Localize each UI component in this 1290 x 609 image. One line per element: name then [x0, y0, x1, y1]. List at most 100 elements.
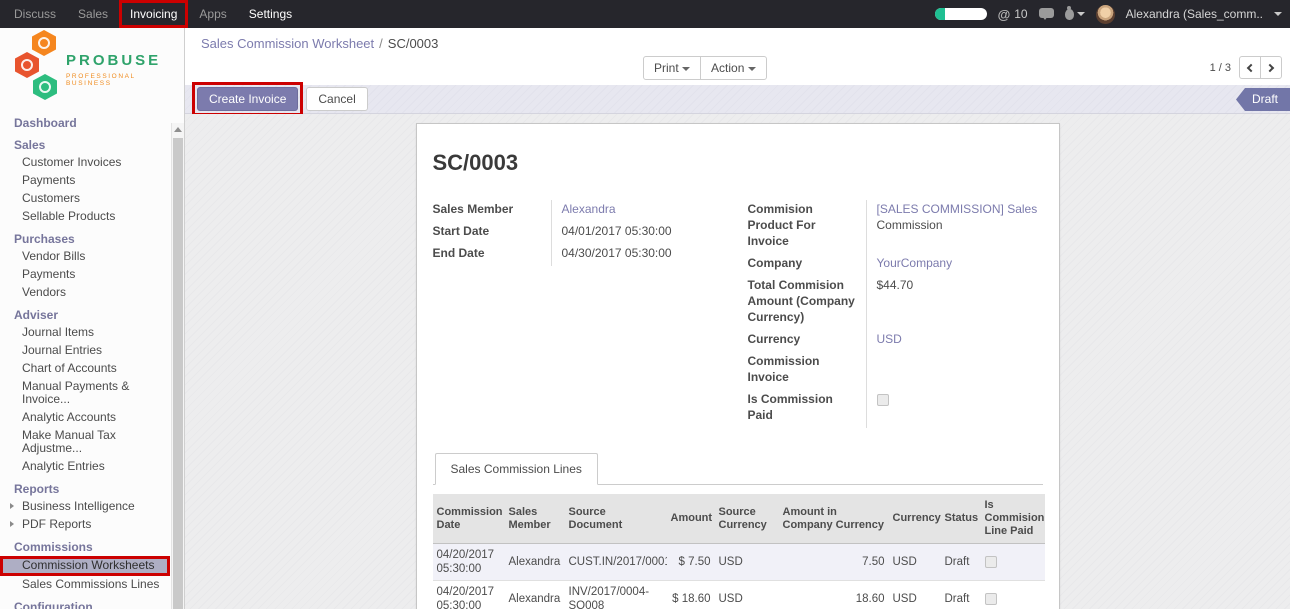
sidebar-item-sellable-products[interactable]: Sellable Products — [0, 208, 170, 226]
chat-icon[interactable] — [1039, 8, 1054, 18]
sidebar-item-payments[interactable]: Payments — [0, 266, 170, 284]
scrollbar-thumb[interactable] — [173, 138, 183, 609]
top-navbar: DiscussSalesInvoicingAppsSettings @ 10 A… — [0, 0, 1290, 28]
form-sheet: SC/0003 Sales MemberAlexandraStart Date0… — [416, 123, 1060, 609]
cancel-button[interactable]: Cancel — [306, 87, 367, 111]
tools-icon — [33, 74, 57, 100]
print-button[interactable]: Print — [643, 56, 701, 80]
form-field-end-date: End Date04/30/2017 05:30:00 — [433, 244, 728, 266]
sidebar-item-label: Analytic Accounts — [22, 410, 116, 424]
breadcrumb-parent[interactable]: Sales Commission Worksheet — [201, 36, 374, 51]
column-header-status[interactable]: Status — [941, 494, 981, 544]
bug-icon — [1065, 9, 1074, 20]
sidebar-item-customers[interactable]: Customers — [0, 190, 170, 208]
field-value-link[interactable]: [SALES COMMISSION] Sales — [877, 202, 1038, 216]
sidebar-section-configuration[interactable]: Configuration — [0, 594, 170, 609]
sidebar-item-sales-commissions-lines[interactable]: Sales Commissions Lines — [0, 576, 170, 594]
column-header-source-document[interactable]: Source Document — [565, 494, 667, 544]
field-value: Alexandra — [551, 200, 728, 222]
commission-lines-table: Commission DateSales MemberSource Docume… — [433, 494, 1045, 609]
nav-item-settings[interactable]: Settings — [238, 0, 303, 28]
sidebar-scrollbar[interactable] — [171, 123, 184, 609]
sidebar-item-journal-entries[interactable]: Journal Entries — [0, 342, 170, 360]
sidebar-item-vendor-bills[interactable]: Vendor Bills — [0, 248, 170, 266]
form-field-currency: CurrencyUSD — [748, 330, 1043, 352]
create-invoice-button[interactable]: Create Invoice — [197, 87, 298, 111]
bug-menu[interactable] — [1065, 9, 1085, 20]
field-value-text: 04/30/2017 05:30:00 — [562, 246, 672, 260]
statusbar: Create Invoice Cancel Draft — [185, 85, 1290, 114]
notebook-tabs: Sales Commission Lines — [433, 452, 1043, 485]
field-value — [866, 352, 1043, 390]
table-row[interactable]: 04/20/2017 05:30:00AlexandraCUST.IN/2017… — [433, 544, 1045, 581]
sidebar-item-analytic-accounts[interactable]: Analytic Accounts — [0, 409, 170, 427]
field-value: YourCompany — [866, 254, 1043, 276]
field-value-link[interactable]: Alexandra — [562, 202, 616, 216]
avatar[interactable] — [1096, 5, 1115, 24]
app-logo[interactable]: PROBUSE PROFESSIONAL BUSINESS — [0, 28, 184, 106]
cell-amount_company: 7.50 — [779, 544, 889, 581]
sidebar-item-chart-of-accounts[interactable]: Chart of Accounts — [0, 360, 170, 378]
main-panel: Sales Commission Worksheet/SC/0003 Print… — [185, 28, 1290, 609]
chevron-down-icon — [682, 67, 690, 71]
sidebar-section-sales[interactable]: Sales — [0, 132, 170, 154]
sidebar-item-pdf-reports[interactable]: PDF Reports — [0, 516, 170, 534]
sidebar-item-make-manual-tax-adjustme[interactable]: Make Manual Tax Adjustme... — [0, 427, 170, 458]
sidebar-section-purchases[interactable]: Purchases — [0, 226, 170, 248]
column-header-currency[interactable]: Currency — [889, 494, 941, 544]
action-buttons: Print Action — [643, 56, 767, 80]
mention-counter[interactable]: @ 10 — [998, 7, 1028, 22]
cell-line-paid — [981, 544, 1045, 581]
sidebar-item-label: Journal Entries — [22, 343, 102, 357]
pager-count: 1 / 3 — [1210, 62, 1231, 74]
cell-sales_member: Alexandra — [505, 581, 565, 609]
sidebar-section-commissions[interactable]: Commissions — [0, 534, 170, 556]
cell-status: Draft — [941, 544, 981, 581]
planner-progress-bar[interactable] — [935, 8, 987, 20]
pager-prev-button[interactable] — [1239, 56, 1261, 79]
sidebar-item-commission-worksheets[interactable]: Commission Worksheets — [0, 556, 170, 576]
nav-item-invoicing[interactable]: Invoicing — [119, 0, 188, 28]
column-header-is-commision-line-paid[interactable]: Is Commision Line Paid — [981, 494, 1045, 544]
cell-status: Draft — [941, 581, 981, 609]
sidebar-section-dashboard[interactable]: Dashboard — [0, 110, 170, 132]
chevron-down-icon — [1274, 12, 1282, 16]
pager-next-button[interactable] — [1260, 56, 1282, 79]
tab-sales-commission-lines[interactable]: Sales Commission Lines — [435, 453, 598, 485]
nav-item-sales[interactable]: Sales — [67, 0, 119, 28]
column-header-commission-date[interactable]: Commission Date — [433, 494, 505, 544]
sidebar-section-reports[interactable]: Reports — [0, 476, 170, 498]
content-area: SC/0003 Sales MemberAlexandraStart Date0… — [185, 114, 1290, 609]
sidebar-item-journal-items[interactable]: Journal Items — [0, 324, 170, 342]
nav-item-apps[interactable]: Apps — [188, 0, 237, 28]
user-menu[interactable]: Alexandra (Sales_comm.. — [1126, 7, 1263, 21]
sidebar-item-vendors[interactable]: Vendors — [0, 284, 170, 302]
sidebar-item-label: Customer Invoices — [22, 155, 121, 169]
sidebar-item-manual-payments-invoice[interactable]: Manual Payments & Invoice... — [0, 378, 170, 409]
action-button[interactable]: Action — [700, 56, 767, 80]
column-header-source-currency[interactable]: Source Currency — [715, 494, 779, 544]
cell-amount: $ 18.60 — [667, 581, 715, 609]
column-header-amount[interactable]: Amount — [667, 494, 715, 544]
nav-item-discuss[interactable]: Discuss — [3, 0, 67, 28]
sidebar-item-payments[interactable]: Payments — [0, 172, 170, 190]
sidebar-item-label: Payments — [22, 173, 75, 187]
sidebar-item-label: Payments — [22, 267, 75, 281]
field-value-link[interactable]: USD — [877, 332, 902, 346]
status-badge[interactable]: Draft — [1236, 88, 1290, 111]
cell-currency: USD — [889, 581, 941, 609]
sidebar-item-label: Vendor Bills — [22, 249, 85, 263]
column-header-amount-in-company-currency[interactable]: Amount in Company Currency — [779, 494, 889, 544]
sidebar-section-adviser[interactable]: Adviser — [0, 302, 170, 324]
sidebar-item-analytic-entries[interactable]: Analytic Entries — [0, 458, 170, 476]
field-value-link[interactable]: YourCompany — [877, 256, 953, 270]
column-header-sales-member[interactable]: Sales Member — [505, 494, 565, 544]
cell-commission_date: 04/20/2017 05:30:00 — [433, 581, 505, 609]
table-row[interactable]: 04/20/2017 05:30:00AlexandraINV/2017/000… — [433, 581, 1045, 609]
scroll-up-icon[interactable] — [172, 123, 184, 136]
sidebar-item-business-intelligence[interactable]: Business Intelligence — [0, 498, 170, 516]
checkbox-icon — [877, 394, 889, 406]
annotation-box: Create Invoice — [192, 82, 303, 116]
sidebar-item-customer-invoices[interactable]: Customer Invoices — [0, 154, 170, 172]
pager: 1 / 3 — [1210, 56, 1282, 79]
